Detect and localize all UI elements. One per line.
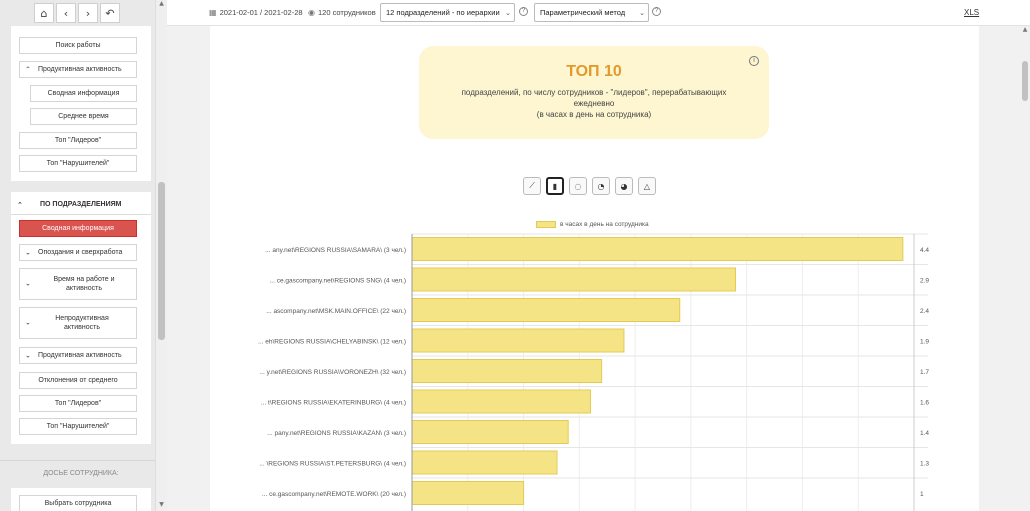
date-range[interactable]: ▦ 2021-02-01 / 2021-02-28 bbox=[209, 8, 303, 17]
method-select[interactable]: Параметрический метод ⌄ bbox=[534, 3, 649, 22]
report-content: i ТОП 10 подразделений, по числу сотрудн… bbox=[210, 26, 979, 511]
chart-legend[interactable]: в часах в день на сотрудника bbox=[536, 221, 649, 228]
sidebar-item-productive-activity[interactable]: ⌃ Продуктивная активность bbox=[19, 61, 137, 78]
value-label: 1 bbox=[920, 491, 924, 498]
chevron-up-icon: ⌃ bbox=[17, 200, 23, 209]
value-label: 1.7 bbox=[920, 369, 929, 376]
legend-swatch bbox=[536, 221, 556, 228]
description-line: (в часах в день на сотрудника) bbox=[536, 110, 652, 119]
radar-chart-icon[interactable]: △ bbox=[638, 177, 656, 195]
top10-title: ТОП 10 bbox=[566, 63, 622, 80]
bar[interactable] bbox=[411, 359, 603, 383]
bar-chart-icon[interactable]: ▮ bbox=[546, 177, 564, 195]
bar[interactable] bbox=[411, 298, 681, 322]
value-label: 2.9 bbox=[920, 278, 929, 285]
sidebar: ⌂ ‹ › ↶ Поиск работы ⌃ Продуктивная актив… bbox=[0, 0, 167, 511]
value-label: 2.4 bbox=[920, 308, 929, 315]
category-label: ... \REGIONS RUSSIA\ST.PETERSBURG\ (4 че… bbox=[259, 461, 406, 468]
sidebar-item-late-overtime[interactable]: ⌄ Опоздания и сверхработа bbox=[19, 244, 137, 261]
sidebar-item-time-at-work[interactable]: ⌄ Время на работе и активность bbox=[19, 268, 137, 300]
sidebar-item-dept-top-leaders[interactable]: Топ "Лидеров" bbox=[19, 395, 137, 412]
home-icon[interactable]: ⌂ bbox=[34, 3, 54, 23]
bar[interactable] bbox=[411, 328, 625, 353]
select-employee-button[interactable]: Выбрать сотрудника bbox=[19, 495, 137, 511]
help-icon[interactable]: ? bbox=[652, 7, 661, 16]
bar-chart: ... any.net\REGIONS RUSSIA\SAMARA\ (3 че… bbox=[258, 233, 929, 511]
value-label: 1.6 bbox=[920, 400, 929, 407]
sidebar-item-top-violators[interactable]: Топ "Нарушителей" bbox=[19, 155, 137, 172]
chevron-right-icon[interactable]: › bbox=[78, 3, 98, 23]
line-chart-icon[interactable]: ⟋ bbox=[523, 177, 541, 195]
sidebar-item-deviations[interactable]: Отклонения от среднего bbox=[19, 372, 137, 389]
undo-icon[interactable]: ↶ bbox=[100, 3, 120, 23]
sidebar-item-summary[interactable]: Сводная информация bbox=[30, 85, 137, 102]
scrollbar-thumb[interactable] bbox=[1022, 61, 1028, 101]
sidebar-item-dept-summary[interactable]: Сводная информация bbox=[19, 220, 137, 237]
nav-toolbar: ⌂ ‹ › ↶ bbox=[34, 3, 120, 23]
description-line: подразделений, по числу сотрудников - "л… bbox=[461, 88, 727, 108]
divider bbox=[0, 460, 155, 461]
info-icon[interactable]: i bbox=[749, 56, 759, 66]
bar[interactable] bbox=[411, 389, 591, 414]
bar[interactable] bbox=[411, 267, 737, 292]
value-label: 1.3 bbox=[920, 461, 929, 468]
chevron-down-icon: ⌄ bbox=[25, 279, 31, 288]
chevron-down-icon: ⌄ bbox=[505, 8, 511, 17]
employee-count: ◉ 120 сотрудников bbox=[308, 8, 376, 17]
sidebar-panel-dossier: Выбрать сотрудника bbox=[11, 488, 151, 511]
scrollbar-thumb[interactable] bbox=[158, 182, 165, 340]
chevron-down-icon: ⌄ bbox=[25, 248, 31, 256]
chevron-up-icon: ⌃ bbox=[25, 65, 31, 73]
divider bbox=[11, 214, 151, 215]
top10-description: подразделений, по числу сотрудников - "л… bbox=[419, 87, 769, 120]
chevron-down-icon: ⌄ bbox=[639, 8, 645, 17]
top10-header-box: i ТОП 10 подразделений, по числу сотрудн… bbox=[419, 46, 769, 139]
value-label: 1.4 bbox=[920, 430, 929, 437]
category-label: ... y.net\REGIONS RUSSIA\VORONEZH\ (32 ч… bbox=[259, 369, 406, 376]
chevron-down-icon: ⌄ bbox=[25, 318, 31, 327]
bar[interactable] bbox=[411, 450, 558, 475]
donut-chart-icon[interactable]: ◌ bbox=[569, 177, 587, 195]
sidebar-scrollbar[interactable]: ▲ ▼ bbox=[155, 0, 167, 511]
legend-label: в часах в день на сотрудника bbox=[560, 221, 649, 228]
dossier-title: ДОСЬЕ СОТРУДНИКА: bbox=[43, 470, 119, 477]
sidebar-item-unproductive[interactable]: ⌄ Непродуктивная активность bbox=[19, 307, 137, 339]
scroll-up-icon[interactable]: ▲ bbox=[1020, 26, 1030, 36]
help-icon[interactable]: ? bbox=[519, 7, 528, 16]
sidebar-item-productive[interactable]: ⌄ Продуктивная активность bbox=[19, 347, 137, 364]
value-label: 1.9 bbox=[920, 339, 929, 346]
scroll-down-icon[interactable]: ▼ bbox=[156, 501, 167, 511]
value-label: 4.4 bbox=[920, 247, 929, 254]
category-label: ... eh\REGIONS RUSSIA\CHELYABINSK\ (12 ч… bbox=[258, 339, 406, 346]
chevron-left-icon[interactable]: ‹ bbox=[56, 3, 76, 23]
scroll-up-icon[interactable]: ▲ bbox=[156, 0, 167, 10]
section-departments-header[interactable]: ⌃ ПО ПОДРАЗДЕЛЕНИЯМ bbox=[11, 197, 151, 212]
sidebar-item-job-search[interactable]: Поиск работы bbox=[19, 37, 137, 54]
pie-chart-icon[interactable]: ◔ bbox=[592, 177, 610, 195]
category-label: ... t\REGIONS RUSSIA\EKATERINBURG\ (4 че… bbox=[261, 400, 406, 407]
top-toolbar: ▦ 2021-02-01 / 2021-02-28 ◉ 120 сотруднико… bbox=[167, 0, 1030, 26]
category-label: ... ascompany.net\MSK.MAIN.OFFICE\ (22 ч… bbox=[266, 308, 406, 315]
sidebar-item-dept-top-violators[interactable]: Топ "Нарушителей" bbox=[19, 418, 137, 435]
polar-chart-icon[interactable]: ◕ bbox=[615, 177, 633, 195]
category-label: ... ce.gascompany.net\REMOTE.WORK\ (20 ч… bbox=[262, 491, 406, 498]
calendar-icon: ▦ bbox=[209, 8, 217, 17]
sidebar-item-top-leaders[interactable]: Топ "Лидеров" bbox=[19, 132, 137, 149]
category-label: ... any.net\REGIONS RUSSIA\SAMARA\ (3 че… bbox=[265, 247, 406, 254]
sidebar-panel-departments: ⌃ ПО ПОДРАЗДЕЛЕНИЯМ Сводная информация ⌄ О… bbox=[11, 192, 151, 444]
bar[interactable] bbox=[411, 420, 569, 444]
department-select[interactable]: 12 подразделений - по иерархии ⌄ bbox=[380, 3, 515, 22]
category-label: ... pany.net\REGIONS RUSSIA\KAZAN\ (3 че… bbox=[267, 430, 406, 437]
chevron-down-icon: ⌄ bbox=[25, 351, 31, 359]
bar[interactable] bbox=[411, 237, 904, 261]
category-label: ... ce.gascompany.net\REGIONS SNG\ (4 че… bbox=[269, 278, 406, 285]
bar[interactable] bbox=[411, 481, 525, 505]
chart-type-switcher: ⟋ ▮ ◌ ◔ ◕ △ bbox=[523, 177, 656, 195]
sidebar-item-avg-time[interactable]: Среднее время bbox=[30, 108, 137, 125]
user-icon: ◉ bbox=[308, 8, 315, 17]
sidebar-panel-employees: Поиск работы ⌃ Продуктивная активность Св… bbox=[11, 26, 151, 181]
xls-export-link[interactable]: XLS bbox=[964, 8, 979, 17]
main-scrollbar[interactable]: ▲ bbox=[1020, 26, 1030, 511]
